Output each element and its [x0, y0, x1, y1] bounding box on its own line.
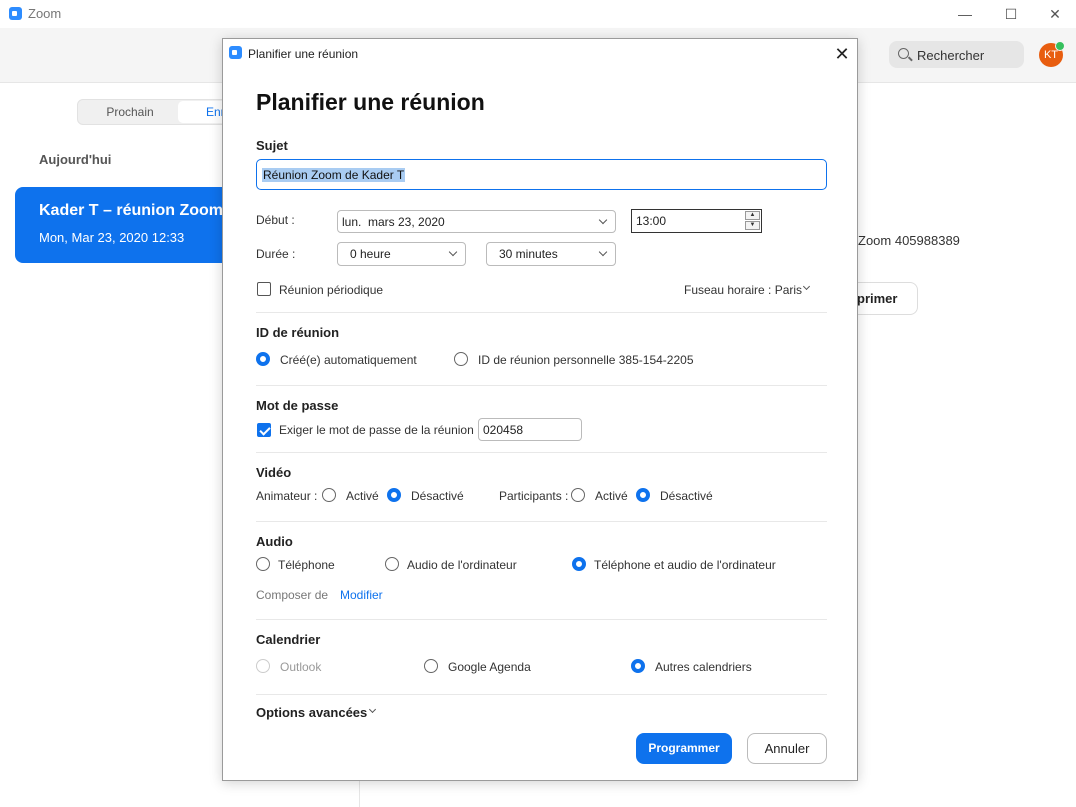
- delete-button-label: primer: [857, 291, 898, 306]
- today-label: Aujourd'hui: [39, 152, 112, 167]
- start-time-input[interactable]: 13:00 ▲ ▼: [631, 209, 762, 233]
- meeting-id-title: ID de réunion: [256, 325, 340, 340]
- divider: [256, 312, 827, 313]
- advanced-options-toggle[interactable]: Options avancées: [256, 705, 367, 720]
- audio-both-radio[interactable]: [572, 557, 586, 571]
- audio-both-label: Téléphone et audio de l'ordinateur: [594, 558, 776, 572]
- spin-down-icon[interactable]: ▼: [745, 221, 760, 230]
- password-value: 020458: [483, 423, 524, 437]
- online-status-icon: [1055, 41, 1065, 51]
- schedule-meeting-dialog: Planifier une réunion ✕ Planifier une ré…: [222, 38, 858, 781]
- search-icon: [898, 48, 909, 59]
- start-time: 13:00: [636, 214, 667, 228]
- dialog-titlebar: Planifier une réunion ✕: [223, 39, 857, 69]
- window-close-button[interactable]: ✕: [1032, 0, 1076, 28]
- audio-phone-radio[interactable]: [256, 557, 270, 571]
- video-title: Vidéo: [256, 465, 292, 480]
- participants-video-label: Participants :: [499, 489, 569, 503]
- chevron-down-icon: [598, 247, 608, 257]
- duration-label: Durée :: [256, 247, 296, 261]
- meeting-list-item[interactable]: Kader T – réunion Zoom Mon, Mar 23, 2020…: [15, 187, 245, 263]
- audio-phone-label: Téléphone: [278, 558, 335, 572]
- dial-from-label: Composer de: [256, 588, 329, 602]
- topic-label: Sujet: [256, 138, 288, 153]
- timezone-select[interactable]: Fuseau horaire : Paris: [684, 283, 802, 297]
- meeting-datetime: Mon, Mar 23, 2020 12:33: [39, 230, 185, 245]
- time-spinner[interactable]: ▲ ▼: [745, 211, 760, 231]
- audio-computer-radio[interactable]: [385, 557, 399, 571]
- start-date: mars 23, 2020: [368, 215, 445, 229]
- divider: [256, 619, 827, 620]
- participants-video-off-radio[interactable]: [636, 488, 650, 502]
- audio-title: Audio: [256, 534, 293, 549]
- calendar-outlook-label: Outlook: [280, 660, 322, 674]
- search-label: Rechercher: [917, 48, 985, 63]
- avatar-initials: KT: [1043, 49, 1059, 61]
- calendar-title: Calendrier: [256, 632, 321, 647]
- app-title: Zoom: [28, 6, 62, 21]
- divider: [256, 452, 827, 453]
- duration-minutes-select[interactable]: 30 minutes: [486, 242, 616, 266]
- recurring-checkbox[interactable]: [257, 282, 271, 296]
- start-date-picker[interactable]: lun. mars 23, 2020: [337, 210, 616, 233]
- app-titlebar: Zoom — ☐ ✕: [0, 0, 1076, 28]
- host-video-on-label: Activé: [346, 489, 379, 503]
- participants-video-on-label: Activé: [595, 489, 628, 503]
- duration-hours: 0 heure: [350, 247, 391, 261]
- avatar[interactable]: KT: [1039, 41, 1065, 67]
- duration-minutes: 30 minutes: [499, 247, 558, 261]
- chevron-down-icon: [448, 247, 458, 257]
- dialog-close-button[interactable]: ✕: [829, 42, 855, 66]
- participants-video-off-label: Désactivé: [660, 489, 713, 503]
- recurring-label: Réunion périodique: [279, 283, 384, 297]
- meeting-id-text: Zoom 405988389: [858, 233, 960, 248]
- chevron-down-icon: [598, 215, 608, 225]
- require-password-label: Exiger le mot de passe de la réunion: [279, 423, 474, 437]
- minimize-button[interactable]: —: [942, 0, 988, 28]
- start-label: Début :: [256, 213, 295, 227]
- calendar-other-radio[interactable]: [631, 659, 645, 673]
- calendar-other-label: Autres calendriers: [655, 660, 752, 674]
- meeting-id-auto-radio[interactable]: [256, 352, 270, 366]
- cancel-button[interactable]: Annuler: [747, 733, 827, 764]
- tab-upcoming[interactable]: Prochain: [78, 100, 182, 124]
- zoom-logo-icon: [9, 7, 22, 20]
- host-video-off-radio[interactable]: [387, 488, 401, 502]
- meeting-id-personal-radio[interactable]: [454, 352, 468, 366]
- dialog-window-title: Planifier une réunion: [248, 47, 359, 61]
- page-title: Planifier une réunion: [256, 89, 485, 115]
- require-password-checkbox[interactable]: [257, 423, 271, 437]
- meeting-id-personal-label: ID de réunion personnelle 385-154-2205: [478, 353, 694, 367]
- audio-computer-label: Audio de l'ordinateur: [407, 558, 517, 572]
- divider: [256, 521, 827, 522]
- search-box[interactable]: Rechercher: [889, 41, 1024, 68]
- password-title: Mot de passe: [256, 398, 339, 413]
- password-input[interactable]: 020458: [478, 418, 582, 441]
- chevron-down-icon: [368, 705, 377, 714]
- meeting-id-auto-label: Créé(e) automatiquement: [280, 353, 417, 367]
- divider: [256, 385, 827, 386]
- start-day: lun.: [342, 215, 362, 229]
- topic-value: Réunion Zoom de Kader T: [262, 168, 406, 182]
- chevron-down-icon: [802, 282, 811, 291]
- calendar-outlook-radio[interactable]: [256, 659, 270, 673]
- host-video-off-label: Désactivé: [411, 489, 464, 503]
- spin-up-icon[interactable]: ▲: [745, 211, 760, 220]
- edit-dial-in-link[interactable]: Modifier: [340, 588, 383, 602]
- zoom-logo-icon: [229, 46, 242, 59]
- participants-video-on-radio[interactable]: [571, 488, 585, 502]
- maximize-button[interactable]: ☐: [988, 0, 1034, 28]
- schedule-button[interactable]: Programmer: [636, 733, 732, 764]
- host-video-label: Animateur :: [256, 489, 318, 503]
- duration-hours-select[interactable]: 0 heure: [337, 242, 466, 266]
- topic-input[interactable]: Réunion Zoom de Kader T: [256, 159, 827, 190]
- cancel-button-label: Annuler: [764, 741, 810, 756]
- host-video-on-radio[interactable]: [322, 488, 336, 502]
- calendar-google-label: Google Agenda: [448, 660, 531, 674]
- divider: [256, 694, 827, 695]
- schedule-button-label: Programmer: [648, 741, 720, 755]
- meeting-title: Kader T – réunion Zoom: [39, 202, 224, 219]
- calendar-google-radio[interactable]: [424, 659, 438, 673]
